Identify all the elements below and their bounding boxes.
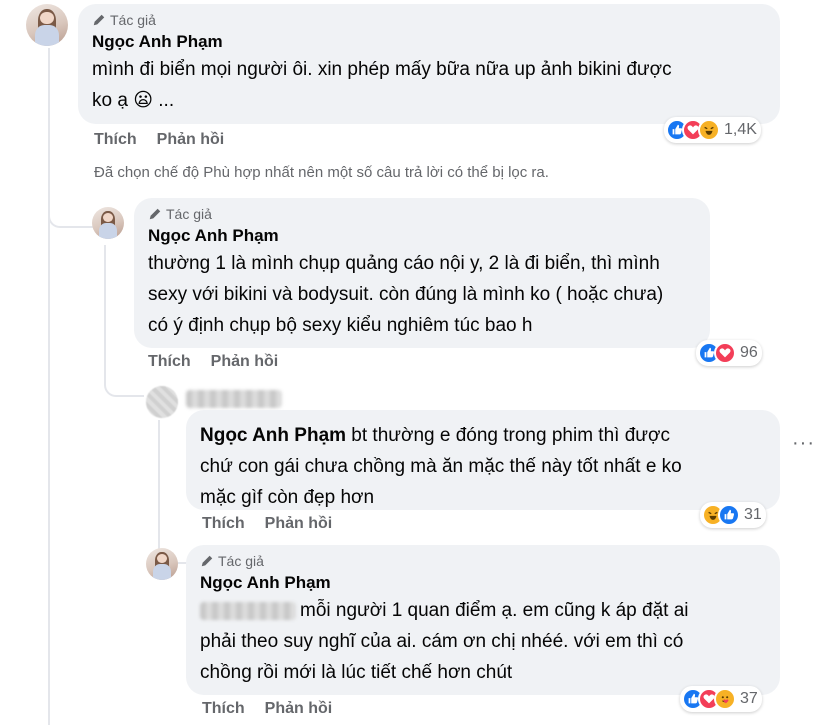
reactions-summary[interactable]: 1,4K	[664, 117, 761, 143]
like-button[interactable]: Thích	[202, 700, 245, 718]
pencil-icon	[201, 555, 213, 567]
reaction-count: 37	[740, 690, 758, 707]
author-name[interactable]: Ngọc Anh Phạm	[200, 573, 766, 593]
comment-actions: Thích Phản hồi	[148, 353, 278, 371]
comment-line: sexy với bikini và bodysuit. còn đúng là…	[148, 284, 664, 305]
comment-bubble: Tác giả Ngọc Anh Phạm mỗi người 1 quan đ…	[186, 545, 780, 695]
comment-text: thường 1 là mình chụp quảng cáo nội y, 2…	[148, 248, 696, 341]
comment-text: mình đi biển mọi người ôi. xin phép mấy …	[92, 54, 766, 116]
like-icon	[718, 504, 740, 526]
comment-actions: Thích Phản hồi	[202, 515, 332, 533]
comment-line: phải theo suy nghĩ của ai. cám ơn chị nh…	[200, 631, 684, 652]
author-badge: Tác giả	[148, 206, 696, 222]
reactions-summary[interactable]: 37	[680, 686, 762, 712]
comment-line: bt thường e đóng trong phim thì được	[346, 425, 670, 446]
thread-line-main	[48, 48, 50, 725]
reply-button[interactable]: Phản hồi	[265, 700, 333, 718]
comment-line: chồng rồi mới là lúc tiết chế hơn chút	[200, 662, 513, 683]
comment-line: có ý định chụp bộ sexy kiểu nghiêm túc b…	[148, 315, 533, 336]
comment-text: mỗi người 1 quan điểm ạ. em cũng k áp đặ…	[200, 595, 766, 688]
filter-note: Đã chọn chế độ Phù hợp nhất nên một số c…	[94, 164, 549, 181]
reply-button[interactable]: Phản hồi	[265, 515, 333, 533]
comment-line: mặc gìf còn đẹp hơn	[200, 487, 375, 508]
avatar[interactable]	[26, 4, 68, 46]
thread-line-nested	[158, 420, 160, 550]
care-icon	[714, 688, 736, 710]
comment-bubble: Ngọc Anh Phạm bt thường e đóng trong phi…	[186, 410, 780, 510]
avatar[interactable]	[146, 548, 178, 580]
pencil-icon	[149, 208, 161, 220]
author-name[interactable]: Ngọc Anh Phạm	[148, 226, 696, 246]
reaction-count: 1,4K	[724, 121, 757, 138]
comment-line: chứ con gái chưa chồng mà ăn mặc thế này…	[200, 456, 682, 477]
comment-bubble: Tác giả Ngọc Anh Phạm thường 1 là mình c…	[134, 198, 710, 348]
comment-line: thường 1 là mình chụp quảng cáo nội y, 2…	[148, 253, 660, 274]
comment-actions: Thích Phản hồi	[202, 700, 332, 718]
mention-blurred	[200, 601, 296, 620]
comment-line: mỗi người 1 quan điểm ạ. em cũng k áp đặ…	[300, 600, 689, 621]
mention-link[interactable]: Ngọc Anh Phạm	[200, 425, 346, 446]
comment-line: mình đi biển mọi người ôi. xin phép mấy …	[92, 59, 672, 80]
reaction-count: 31	[744, 506, 762, 523]
more-options-button[interactable]: ···	[792, 432, 815, 455]
thread-line-reply	[104, 245, 106, 385]
author-badge: Tác giả	[92, 12, 766, 28]
avatar[interactable]	[146, 386, 178, 418]
reactions-summary[interactable]: 96	[696, 340, 762, 366]
reactions-summary[interactable]: 31	[700, 502, 766, 528]
comment-text: Ngọc Anh Phạm bt thường e đóng trong phi…	[200, 420, 766, 513]
author-name[interactable]: Ngọc Anh Phạm	[92, 32, 766, 52]
reply-button[interactable]: Phản hồi	[157, 131, 225, 149]
like-button[interactable]: Thích	[94, 131, 137, 149]
badge-label: Tác giả	[218, 553, 264, 569]
comment-bubble: Tác giả Ngọc Anh Phạm mình đi biển mọi n…	[78, 4, 780, 124]
badge-label: Tác giả	[166, 206, 212, 222]
badge-label: Tác giả	[110, 12, 156, 28]
love-icon	[714, 342, 736, 364]
author-badge: Tác giả	[200, 553, 766, 569]
pencil-icon	[93, 14, 105, 26]
reaction-count: 96	[740, 344, 758, 361]
thread-elbow-1	[48, 200, 94, 228]
avatar[interactable]	[92, 207, 124, 239]
haha-icon	[698, 119, 720, 141]
thread-elbow-2	[104, 375, 144, 397]
comment-actions: Thích Phản hồi	[94, 131, 224, 149]
reply-button[interactable]: Phản hồi	[211, 353, 279, 371]
like-button[interactable]: Thích	[202, 515, 245, 533]
comment-line: ko ạ 😦 ...	[92, 90, 175, 111]
like-button[interactable]: Thích	[148, 353, 191, 371]
commenter-name-blurred	[186, 390, 282, 408]
